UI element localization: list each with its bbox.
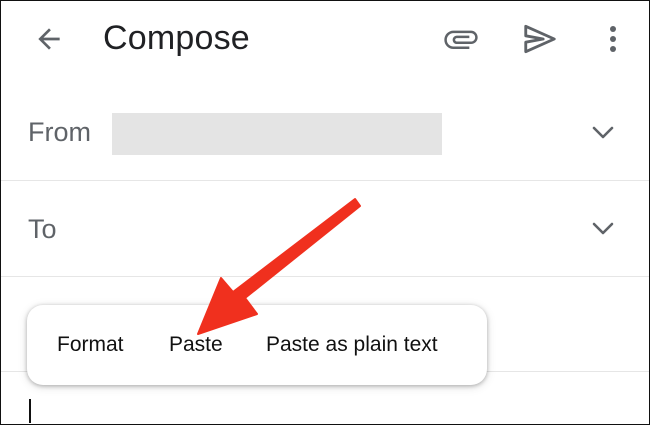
arrow-back-icon bbox=[38, 28, 60, 50]
menu-item-format[interactable]: Format bbox=[57, 332, 124, 358]
chevron-down-icon bbox=[592, 126, 614, 139]
to-row[interactable]: To bbox=[1, 181, 649, 277]
from-row: From bbox=[1, 79, 649, 181]
menu-item-paste[interactable]: Paste bbox=[169, 332, 223, 358]
from-address-redacted[interactable] bbox=[112, 113, 442, 155]
top-app-bar: Compose bbox=[1, 1, 649, 79]
send-button[interactable] bbox=[515, 15, 565, 63]
to-expand-button[interactable] bbox=[585, 213, 621, 245]
text-selection-menu: Format Paste Paste as plain text bbox=[27, 305, 487, 385]
from-label: From bbox=[28, 117, 91, 147]
more-options-button[interactable] bbox=[595, 17, 631, 61]
paperclip-icon bbox=[444, 30, 478, 49]
from-expand-button[interactable] bbox=[585, 117, 621, 149]
chevron-down-icon bbox=[592, 222, 614, 235]
text-cursor bbox=[29, 399, 31, 423]
page-title: Compose bbox=[103, 19, 250, 57]
to-label: To bbox=[28, 214, 57, 244]
send-icon bbox=[524, 24, 556, 54]
compose-screen: Compose From To Format Paste Paste as pl… bbox=[0, 0, 650, 425]
menu-item-paste-plain-text[interactable]: Paste as plain text bbox=[266, 332, 438, 358]
more-vert-icon bbox=[610, 26, 616, 52]
back-button[interactable] bbox=[25, 17, 73, 61]
attach-button[interactable] bbox=[435, 17, 487, 61]
